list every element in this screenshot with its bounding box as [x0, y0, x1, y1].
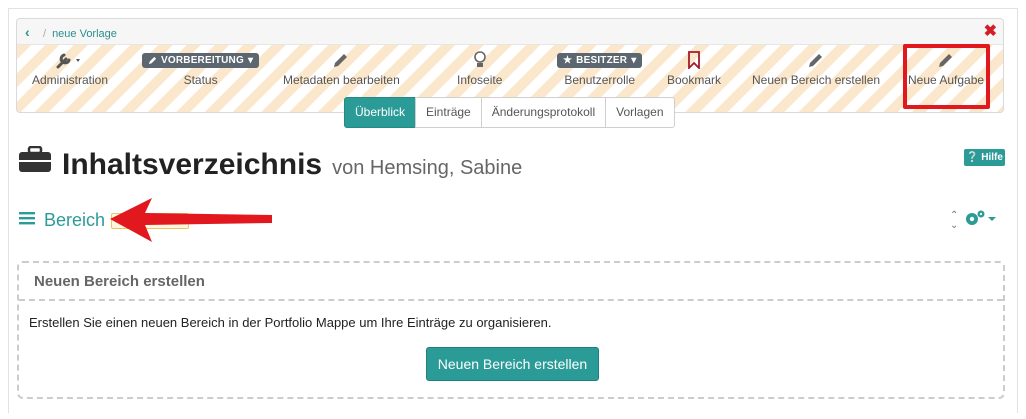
- gear-icon[interactable]: [964, 208, 998, 233]
- status-badge[interactable]: VORBEREITUNG ▾: [142, 52, 260, 68]
- wrench-icon: [32, 49, 108, 71]
- star-icon: ★: [563, 54, 573, 66]
- hamburger-icon[interactable]: [18, 210, 36, 231]
- tab-aenderungsprotokoll[interactable]: Änderungsprotokoll: [480, 97, 607, 128]
- role-tool[interactable]: ★ BESITZER ▾ Benutzerrolle: [557, 49, 643, 87]
- status-tool[interactable]: VORBEREITUNG ▾ Status: [142, 49, 260, 87]
- section-controls: ⌃ ⌄: [950, 208, 998, 233]
- status-badge-text: VORBEREITUNG: [161, 54, 244, 66]
- section-title[interactable]: Bereich: [44, 210, 105, 231]
- tab-ueberblick[interactable]: Überblick: [344, 97, 417, 128]
- metadata-tool[interactable]: Metadaten bearbeiten: [283, 49, 400, 87]
- create-section-button[interactable]: Neuen Bereich erstellen: [426, 347, 599, 381]
- question-icon: ❔: [966, 152, 979, 163]
- panel-text: Erstellen Sie einen neuen Bereich in der…: [29, 315, 552, 330]
- pencil-icon: [148, 56, 157, 64]
- tab-eintraege[interactable]: Einträge: [415, 97, 482, 128]
- page-subtitle: von Hemsing, Sabine: [332, 157, 523, 179]
- help-button[interactable]: ❔ Hilfe: [964, 149, 1005, 166]
- administration-label: Administration: [32, 73, 109, 87]
- caret-down-icon: ▾: [247, 54, 254, 66]
- new-section-tool[interactable]: Neuen Bereich erstellen: [752, 49, 880, 87]
- highlight-box: [903, 44, 990, 109]
- metadata-label: Metadaten bearbeiten: [283, 73, 400, 87]
- help-label: Hilfe: [981, 152, 1003, 163]
- role-badge-text: BESITZER: [576, 54, 628, 66]
- tab-vorlagen[interactable]: Vorlagen: [605, 97, 675, 128]
- pencil-icon: [752, 49, 880, 71]
- bookmark-icon: [667, 49, 721, 71]
- administration-tool[interactable]: Administration: [32, 49, 108, 87]
- info-label: Infoseite: [457, 73, 503, 87]
- red-arrow-annotation: [110, 198, 272, 242]
- info-tool[interactable]: Infoseite: [457, 49, 502, 87]
- breadcrumb-separator: /: [43, 28, 47, 40]
- new-section-label: Neuen Bereich erstellen: [752, 73, 881, 87]
- role-badge[interactable]: ★ BESITZER ▾: [557, 52, 643, 68]
- bookmark-label: Bookmark: [667, 73, 722, 87]
- lightbulb-icon: [457, 49, 502, 71]
- back-chevron-icon[interactable]: ‹: [25, 19, 41, 45]
- page-header: Inhaltsverzeichnis von Hemsing, Sabine: [18, 145, 523, 182]
- pencil-icon: [283, 49, 400, 71]
- page-title: Inhaltsverzeichnis: [62, 148, 323, 181]
- briefcase-icon: [18, 145, 52, 179]
- expand-collapse-icon[interactable]: ⌃ ⌄: [950, 210, 958, 231]
- close-icon[interactable]: ✖: [984, 23, 997, 41]
- panel-heading: Neuen Bereich erstellen: [19, 263, 1003, 301]
- breadcrumb: ‹ / neue Vorlage: [17, 19, 1003, 45]
- bookmark-tool[interactable]: Bookmark: [667, 49, 721, 87]
- role-label: Benutzerrolle: [564, 73, 636, 87]
- tab-bar: Überblick Einträge Änderungsprotokoll Vo…: [344, 97, 675, 128]
- status-label: Status: [183, 73, 218, 87]
- breadcrumb-item[interactable]: neue Vorlage: [52, 28, 117, 40]
- caret-down-icon: ▾: [631, 54, 637, 66]
- new-section-panel: Neuen Bereich erstellen Erstellen Sie ei…: [17, 261, 1005, 399]
